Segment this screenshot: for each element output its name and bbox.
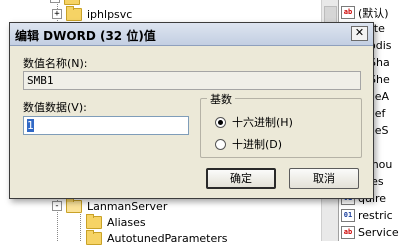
- tree-node-autotunedparameters[interactable]: AutotunedParameters: [86, 229, 228, 246]
- folder-open-icon: [66, 197, 82, 213]
- dialog-titlebar[interactable]: 编辑 DWORD (32 位)值 ✕: [10, 23, 373, 46]
- value-row[interactable]: 01 restric: [339, 208, 393, 223]
- tree-node-aliases[interactable]: Aliases: [86, 213, 146, 230]
- hex-radio[interactable]: 十六进制(H): [215, 114, 293, 130]
- string-value-icon: ab: [341, 226, 355, 239]
- ok-button[interactable]: 确定: [206, 168, 276, 189]
- radio-checked-icon[interactable]: [215, 116, 226, 128]
- folder-icon: [64, 0, 80, 5]
- value-row[interactable]: ab Service: [339, 225, 399, 240]
- tree-node-label: AutotunedParameters: [107, 231, 228, 245]
- close-icon: ✕: [354, 26, 365, 39]
- value-data-input[interactable]: 1: [23, 116, 189, 135]
- value-row[interactable]: ab (默认): [339, 5, 389, 20]
- expand-icon[interactable]: +: [52, 9, 62, 19]
- value-data-label: 数值数据(V):: [23, 101, 87, 114]
- value-data-text: 1: [27, 119, 34, 132]
- value-name-label: 数值名称(N):: [23, 57, 88, 70]
- tree-node-lanmanserver[interactable]: - LanmanServer: [52, 197, 168, 214]
- base-group: 基数 十六进制(H) 十进制(D): [200, 91, 362, 158]
- tree-node-label: Aliases: [107, 215, 146, 229]
- close-button[interactable]: ✕: [351, 26, 368, 41]
- tree-node-label: LanmanServer: [87, 199, 168, 213]
- string-value-icon: ab: [341, 6, 355, 19]
- hex-radio-label: 十六进制(H): [232, 116, 293, 129]
- collapse-icon[interactable]: -: [52, 201, 62, 211]
- tree-node-label: iphlpsvc: [87, 7, 133, 21]
- dialog-title: 编辑 DWORD (32 位)值: [15, 29, 156, 43]
- cancel-button[interactable]: 取消: [289, 168, 359, 189]
- folder-icon: [86, 229, 102, 245]
- folder-icon: [86, 213, 102, 229]
- edit-dword-dialog: 编辑 DWORD (32 位)值 ✕ 数值名称(N): SMB1 数值数据(V)…: [9, 22, 374, 199]
- radio-unchecked-icon[interactable]: [215, 138, 226, 150]
- tree-node-iphlpsvc[interactable]: + iphlpsvc: [52, 5, 133, 22]
- folder-icon: [66, 5, 82, 21]
- decimal-radio-label: 十进制(D): [232, 138, 283, 151]
- binary-value-icon: 01: [341, 209, 355, 222]
- decimal-radio[interactable]: 十进制(D): [215, 136, 282, 152]
- value-name-field[interactable]: SMB1: [23, 71, 361, 90]
- base-group-legend: 基数: [207, 91, 235, 107]
